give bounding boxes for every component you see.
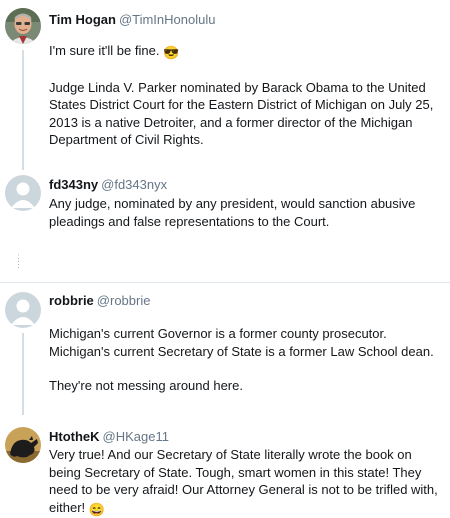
user-handle[interactable]: @robbrie bbox=[97, 293, 151, 308]
user-handle[interactable]: @TimInHonolulu bbox=[119, 12, 216, 27]
horse-photo-icon bbox=[5, 427, 41, 463]
display-name[interactable]: Tim Hogan bbox=[49, 12, 116, 27]
tweet-header: fd343ny@fd343nyx bbox=[49, 177, 167, 192]
sunglasses-emoji-icon: 😎 bbox=[163, 44, 179, 62]
display-name[interactable]: fd343ny bbox=[49, 177, 98, 192]
tweet-body: Very true! And our Secretary of State li… bbox=[49, 446, 444, 518]
show-more-dots-icon[interactable]: ⋮⋮ bbox=[14, 255, 24, 267]
tweet-header: HtotheK@HKage11 bbox=[49, 429, 169, 444]
thread-line bbox=[22, 333, 24, 415]
tweet-robbrie[interactable]: robbrie@robbrie Michigan's current Gover… bbox=[0, 283, 450, 415]
grinning-emoji-icon: 😄 bbox=[89, 501, 105, 518]
tweet-text: Michigan's current Governor is a former … bbox=[49, 325, 444, 360]
tweet-header: Tim Hogan@TimInHonolulu bbox=[49, 12, 215, 27]
tweet-body: Any judge, nominated by any president, w… bbox=[49, 195, 444, 230]
tweet-text-line: Very true! And our Secretary of State li… bbox=[49, 447, 438, 515]
tweet-text: I'm sure it'll be fine. 😎 bbox=[49, 42, 444, 62]
tweet-text-line: I'm sure it'll be fine. bbox=[49, 43, 159, 58]
tim-hogan-photo-icon bbox=[5, 8, 41, 44]
tweet-body: Michigan's current Governor is a former … bbox=[49, 325, 444, 395]
avatar-robbrie[interactable] bbox=[5, 292, 41, 328]
default-profile-icon bbox=[5, 175, 41, 211]
tweet-text: They're not messing around here. bbox=[49, 377, 444, 395]
thread-line bbox=[22, 50, 24, 170]
tweet-htothek[interactable]: HtotheK@HKage11 Very true! And our Secre… bbox=[0, 415, 450, 495]
user-handle[interactable]: @HKage11 bbox=[103, 429, 169, 444]
tweet-tim-hogan[interactable]: Tim Hogan@TimInHonolulu I'm sure it'll b… bbox=[0, 0, 450, 170]
tweet-header: robbrie@robbrie bbox=[49, 293, 150, 308]
tweet-text: Judge Linda V. Parker nominated by Barac… bbox=[49, 79, 444, 149]
avatar-fd343ny[interactable] bbox=[5, 175, 41, 211]
tweet-fd343ny[interactable]: fd343ny@fd343nyx Any judge, nominated by… bbox=[0, 170, 450, 282]
tweet-body: I'm sure it'll be fine. 😎 Judge Linda V.… bbox=[49, 42, 444, 149]
tweet-text: Very true! And our Secretary of State li… bbox=[49, 446, 444, 518]
display-name[interactable]: robbrie bbox=[49, 293, 94, 308]
default-profile-icon bbox=[5, 292, 41, 328]
display-name[interactable]: HtotheK bbox=[49, 429, 100, 444]
avatar-tim-hogan[interactable] bbox=[5, 8, 41, 44]
user-handle[interactable]: @fd343nyx bbox=[101, 177, 167, 192]
tweet-text: Any judge, nominated by any president, w… bbox=[49, 195, 444, 230]
avatar-htothek[interactable] bbox=[5, 427, 41, 463]
